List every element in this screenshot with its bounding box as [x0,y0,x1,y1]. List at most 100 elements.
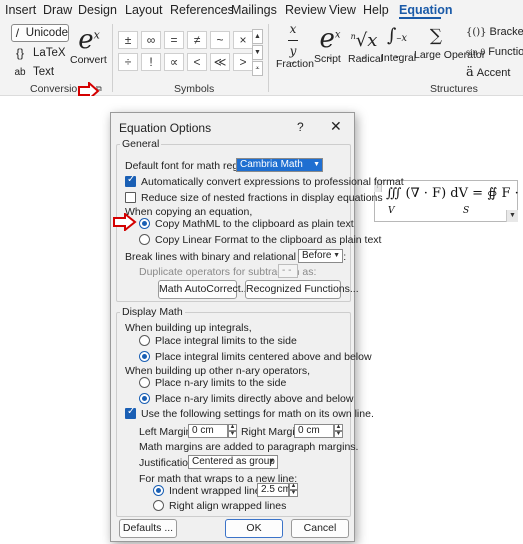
tab-review[interactable]: Review [285,3,326,17]
margins-note: Math margins are added to paragraph marg… [139,441,359,453]
sum-icon: ∑ [429,26,443,46]
spin-down-icon[interactable]: ▼ [334,431,343,438]
integral-button[interactable]: ∫–x Integral ⌄ [381,24,416,64]
convert-button[interactable]: ex Convert ⌄ [70,22,108,66]
convert-icon: ex [78,24,100,55]
spin-up-icon[interactable]: ▲ [289,483,298,490]
symbol-divide[interactable]: ÷ [118,53,138,71]
symbol-factorial[interactable]: ! [141,53,161,71]
help-icon[interactable]: ? [297,120,304,134]
radical-button[interactable]: n√x Radical ⌄ [348,26,383,65]
nary-label: When building up other n-ary operators, [125,365,311,377]
spin-down-icon[interactable]: ▼ [289,490,298,497]
symbol-much-less[interactable]: ≪ [210,53,230,71]
integral-side-radio[interactable] [139,335,150,346]
symbol-less-than[interactable]: < [187,53,207,71]
text-button[interactable]: ab Text [12,63,54,81]
nary-side-radio[interactable] [139,377,150,388]
spin-up-icon[interactable]: ▲ [228,424,237,431]
fraction-label: Fraction [276,58,314,70]
fraction-icon: xy [288,22,298,58]
symbol-greater-than[interactable]: > [233,53,253,71]
tab-insert[interactable]: Insert [5,3,36,17]
right-margin-input[interactable]: 0 cm [294,424,334,438]
nary-side-label: Place n-ary limits to the side [155,377,287,389]
symbol-equals[interactable]: = [164,31,184,49]
chevron-down-icon: ▼ [333,252,340,259]
copy-linear-label: Copy Linear Format to the clipboard as p… [155,234,382,246]
radical-label: Radical [348,53,384,65]
close-icon[interactable]: ✕ [330,118,342,135]
equation-options-chevron-icon[interactable]: ▼ [506,210,518,222]
indent-value-input[interactable]: 2.5 cm [257,483,291,497]
recognized-functions-button[interactable]: Recognized Functions... [245,280,359,299]
equation-lower-v: V [388,206,395,216]
copying-label: When copying an equation, [125,206,253,218]
equation-text: ∭ (∇ · F) dV = ∯ F · dS [386,186,523,201]
justification-select[interactable]: Centered as group ▼ [188,455,278,469]
nary-center-radio[interactable] [139,393,150,404]
latex-button[interactable]: {} LaTeX [12,44,66,62]
bracket-label: Bracket [489,26,523,38]
fraction-button[interactable]: xy Fraction ⌄ [276,22,314,70]
script-button[interactable]: ex Script ⌄ [314,22,346,65]
use-settings-checkbox[interactable] [125,406,136,419]
script-icon: ex [319,23,341,54]
symbol-tilde[interactable]: ~ [210,31,230,49]
defaults-button[interactable]: Defaults ... [119,519,177,538]
slash-icon: / [15,26,20,40]
symbol-times[interactable]: × [233,31,253,49]
right-align-radio[interactable] [153,500,164,511]
math-autocorrect-button[interactable]: Math AutoCorrect... [158,280,249,299]
default-font-select[interactable]: Cambria Math ▼ [236,158,323,172]
symbols-group-label: Symbols [174,83,215,95]
cancel-button[interactable]: Cancel [291,519,349,538]
braces-icon: {} [15,46,24,60]
function-label: Function [488,46,523,58]
tab-draw[interactable]: Draw [43,3,72,17]
function-button[interactable]: sin θ Function [466,46,523,58]
gallery-expand-icon[interactable]: ⩡ [252,61,263,76]
default-font-value: Cambria Math [240,159,303,170]
radical-icon: n√x [350,30,378,51]
gallery-scroll-down-icon[interactable]: ▼ [252,45,263,60]
chevron-down-icon: ▼ [268,458,275,465]
gallery-scroll-up-icon[interactable]: ▲ [252,29,263,44]
tab-help[interactable]: Help [363,3,389,17]
unicode-button[interactable]: / Unicode [11,24,69,42]
ribbon-tab-bar: Insert Draw Design Layout References Mai… [0,0,523,20]
tab-view[interactable]: View [329,3,356,17]
tab-design[interactable]: Design [78,3,117,17]
equation-lower-s: S [463,206,470,216]
left-margin-input[interactable]: 0 cm [188,424,228,438]
tab-references[interactable]: References [170,3,234,17]
integral-label: Integral [381,52,417,64]
dialog-title: Equation Options [119,121,212,135]
symbol-infinity[interactable]: ∞ [141,31,161,49]
ok-button[interactable]: OK [225,519,283,538]
indent-wrapped-radio[interactable] [153,485,164,496]
tab-layout[interactable]: Layout [125,3,163,17]
symbol-not-equal[interactable]: ≠ [187,31,207,49]
symbol-plus-minus[interactable]: ± [118,31,138,49]
bracket-button[interactable]: {()} Bracket [466,26,523,38]
accent-button[interactable]: ä Accent [466,65,510,80]
break-lines-value: Before [302,250,332,261]
symbol-proportional[interactable]: ∝ [164,53,184,71]
tab-equation[interactable]: Equation [399,3,452,17]
active-tab-indicator [399,17,441,19]
tab-mailings[interactable]: Mailings [231,3,277,17]
copy-mathml-radio[interactable] [139,218,150,229]
integral-center-radio[interactable] [139,351,150,362]
copy-linear-radio[interactable] [139,234,150,245]
symbols-gallery: ± ∞ = ≠ ~ × ÷ ! ∝ < ≪ > [118,31,264,77]
integrals-label: When building up integrals, [125,322,252,334]
reduce-size-checkbox[interactable] [125,192,136,203]
break-lines-select[interactable]: Before ▼ [298,249,343,263]
large-operator-button[interactable]: ∑ Large Operator [414,24,485,61]
spin-up-icon[interactable]: ▲ [334,424,343,431]
equation-options-dialog: Equation Options ? ✕ General Default fon… [110,112,404,542]
auto-convert-checkbox[interactable] [125,174,136,187]
right-align-label: Right align wrapped lines [169,500,287,512]
spin-down-icon[interactable]: ▼ [228,431,237,438]
